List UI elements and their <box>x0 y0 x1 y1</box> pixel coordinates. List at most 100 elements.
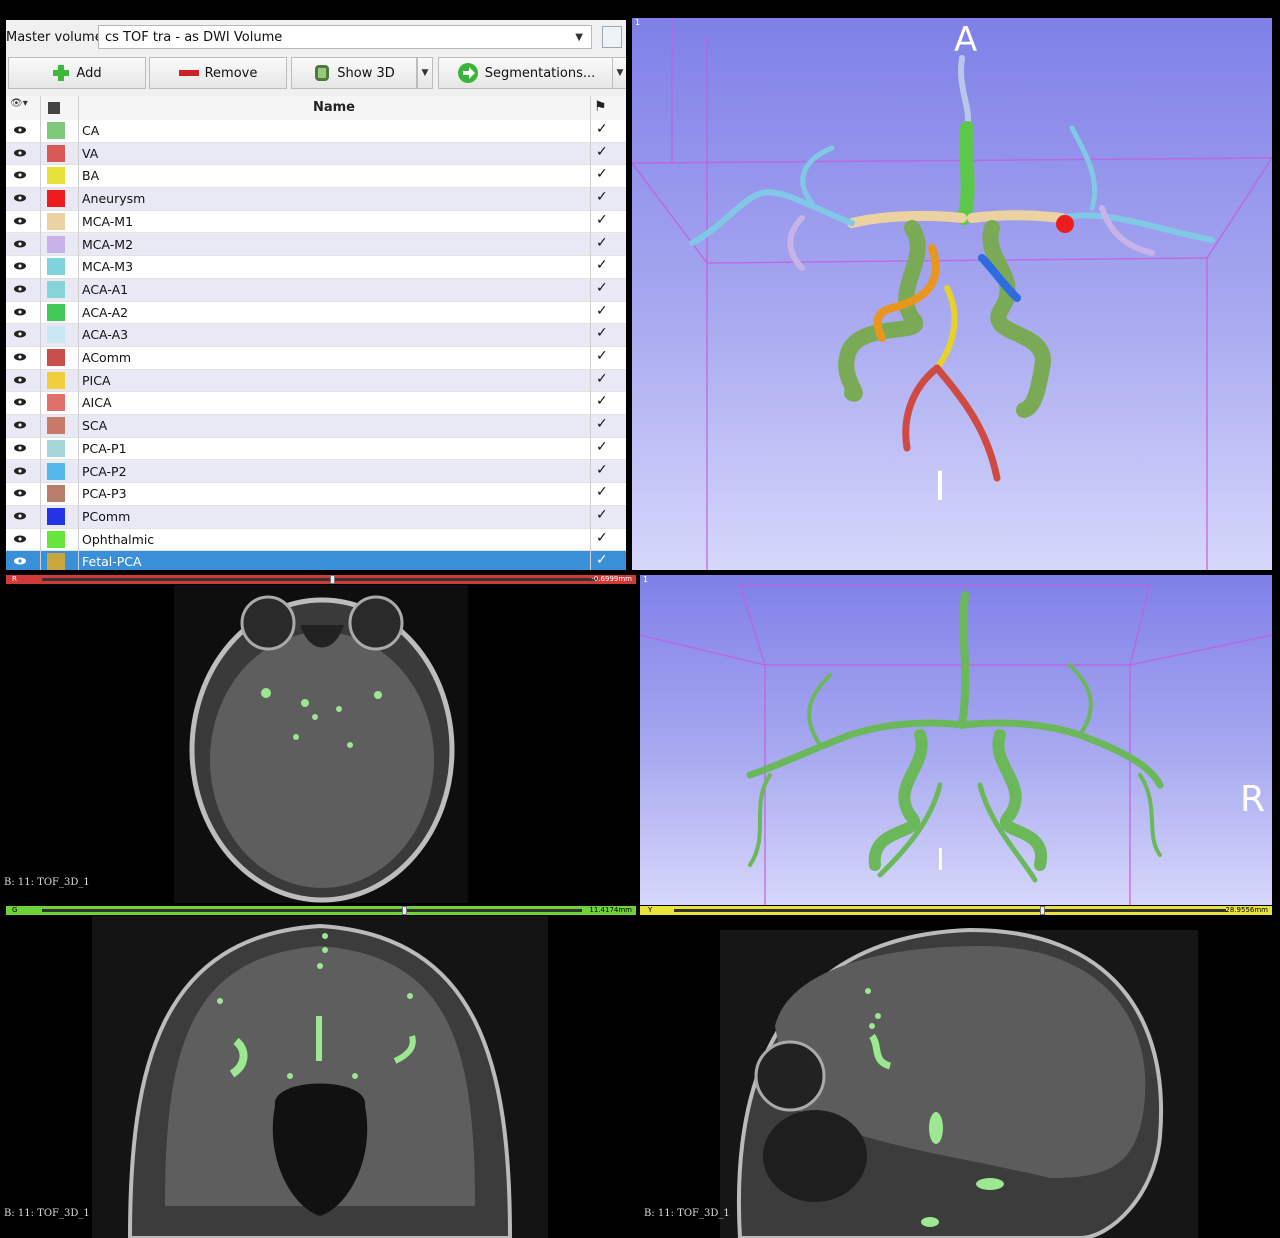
segment-color-swatch[interactable] <box>47 235 65 253</box>
eye-icon[interactable] <box>14 444 26 452</box>
segment-name[interactable]: ACA-A2 <box>82 305 128 320</box>
green-slice-slider-handle[interactable] <box>402 906 407 915</box>
segment-name[interactable]: CA <box>82 123 99 138</box>
segment-color-swatch[interactable] <box>47 462 65 480</box>
segment-name[interactable]: ACA-A3 <box>82 327 128 342</box>
segment-row[interactable]: AICA ✓ <box>6 392 626 416</box>
check-icon[interactable]: ✓ <box>596 235 608 251</box>
check-icon[interactable]: ✓ <box>596 212 608 228</box>
segment-name[interactable]: AComm <box>82 350 131 365</box>
eye-icon[interactable] <box>14 353 26 361</box>
check-icon[interactable]: ✓ <box>596 530 608 546</box>
segment-color-swatch[interactable] <box>47 167 65 185</box>
segment-color-swatch[interactable] <box>47 439 65 457</box>
segment-name[interactable]: MCA-M2 <box>82 237 133 252</box>
check-icon[interactable]: ✓ <box>596 462 608 478</box>
segment-color-swatch[interactable] <box>47 485 65 503</box>
yellow-slice-slider-track[interactable] <box>674 909 1226 912</box>
eye-icon[interactable] <box>14 330 26 338</box>
show-3d-button[interactable]: Show 3D <box>291 57 417 89</box>
check-icon[interactable]: ✓ <box>596 371 608 387</box>
name-column-header[interactable]: Name <box>80 96 588 120</box>
segment-row[interactable]: PCA-P2 ✓ <box>6 460 626 484</box>
eye-icon[interactable] <box>14 194 26 202</box>
check-icon[interactable]: ✓ <box>596 280 608 296</box>
segment-name[interactable]: PCA-P1 <box>82 441 127 456</box>
eye-icon[interactable] <box>14 376 26 384</box>
check-icon[interactable]: ✓ <box>596 144 608 160</box>
eye-icon[interactable] <box>14 489 26 497</box>
3d-view-bottom[interactable]: 1 R I <box>640 575 1272 905</box>
eye-icon[interactable] <box>14 557 26 565</box>
check-icon[interactable]: ✓ <box>596 166 608 182</box>
green-slice-view[interactable]: B: 11: TOF_3D_1 <box>0 916 638 1238</box>
yellow-slice-controller[interactable]: Y 28.9556mm <box>640 906 1272 915</box>
segment-color-swatch[interactable] <box>47 349 65 366</box>
segment-color-swatch[interactable] <box>47 553 65 570</box>
segment-name[interactable]: ACA-A1 <box>82 282 128 297</box>
eye-icon[interactable] <box>14 421 26 429</box>
segment-row[interactable]: ACA-A1 ✓ <box>6 278 626 302</box>
segment-row[interactable]: ACA-A2 ✓ <box>6 301 626 325</box>
check-icon[interactable]: ✓ <box>596 393 608 409</box>
check-icon[interactable]: ✓ <box>596 439 608 455</box>
eye-icon[interactable] <box>14 126 26 134</box>
segment-row[interactable]: PComm ✓ <box>6 505 626 529</box>
segment-color-swatch[interactable] <box>47 212 65 230</box>
segment-color-swatch[interactable] <box>47 326 65 344</box>
segment-name[interactable]: PCA-P2 <box>82 464 127 479</box>
eye-icon[interactable] <box>14 217 26 225</box>
segment-row[interactable]: Aneurysm ✓ <box>6 188 626 211</box>
segment-row[interactable]: Fetal-PCA ✓ <box>6 551 626 570</box>
segment-color-swatch[interactable] <box>47 507 65 525</box>
check-icon[interactable]: ✓ <box>596 303 608 319</box>
segment-name[interactable]: Aneurysm <box>82 191 145 206</box>
segment-color-swatch[interactable] <box>47 303 65 321</box>
yellow-slice-view[interactable]: B: 11: TOF_3D_1 <box>640 916 1272 1238</box>
check-icon[interactable]: ✓ <box>596 121 608 137</box>
segmentations-button[interactable]: Segmentations... <box>438 57 614 89</box>
master-volume-select[interactable]: cs TOF tra - as DWI Volume ▼ <box>98 25 592 49</box>
remove-segment-button[interactable]: Remove <box>149 57 287 89</box>
eye-icon[interactable] <box>14 285 26 293</box>
segment-row[interactable]: Ophthalmic ✓ <box>6 528 626 552</box>
segment-name[interactable]: PCA-P3 <box>82 486 127 501</box>
red-slice-controller[interactable]: R -0.6999mm <box>6 575 636 584</box>
check-icon[interactable]: ✓ <box>596 507 608 523</box>
segment-color-swatch[interactable] <box>47 144 65 162</box>
segment-color-swatch[interactable] <box>47 258 65 276</box>
segment-color-swatch[interactable] <box>47 280 65 298</box>
segment-row[interactable]: PCA-P1 ✓ <box>6 437 626 461</box>
red-slice-slider-handle[interactable] <box>330 575 335 584</box>
segment-name[interactable]: AICA <box>82 395 112 410</box>
segment-row[interactable]: SCA ✓ <box>6 415 626 438</box>
3d-view-top[interactable]: 1 A I <box>632 18 1272 570</box>
check-icon[interactable]: ✓ <box>596 552 608 568</box>
segment-name[interactable]: Fetal-PCA <box>82 554 142 569</box>
segmentations-dropdown[interactable]: ▼ <box>612 57 626 89</box>
segment-row[interactable]: MCA-M2 ✓ <box>6 233 626 257</box>
segment-row[interactable]: MCA-M1 ✓ <box>6 210 626 234</box>
segment-row[interactable]: AComm ✓ <box>6 347 626 370</box>
segment-color-swatch[interactable] <box>47 417 65 435</box>
segment-color-swatch[interactable] <box>47 394 65 412</box>
segment-row[interactable]: PICA ✓ <box>6 369 626 393</box>
segment-row[interactable]: BA ✓ <box>6 165 626 189</box>
green-slice-slider-track[interactable] <box>42 909 582 912</box>
eye-icon[interactable] <box>14 467 26 475</box>
segment-name[interactable]: Ophthalmic <box>82 532 154 547</box>
check-icon[interactable]: ✓ <box>596 416 608 432</box>
eye-icon[interactable] <box>14 262 26 270</box>
segment-name[interactable]: BA <box>82 168 99 183</box>
eye-icon[interactable] <box>14 535 26 543</box>
eye-icon[interactable] <box>14 240 26 248</box>
check-icon[interactable]: ✓ <box>596 189 608 205</box>
segment-row[interactable]: VA ✓ <box>6 142 626 166</box>
segment-name[interactable]: VA <box>82 146 98 161</box>
master-volume-options-button[interactable] <box>602 26 622 48</box>
segment-row[interactable]: MCA-M3 ✓ <box>6 256 626 279</box>
eye-icon[interactable] <box>14 149 26 157</box>
segment-name[interactable]: MCA-M3 <box>82 259 133 274</box>
visibility-header-icon[interactable]: 👁▾ <box>10 98 28 109</box>
segment-color-swatch[interactable] <box>47 530 65 548</box>
